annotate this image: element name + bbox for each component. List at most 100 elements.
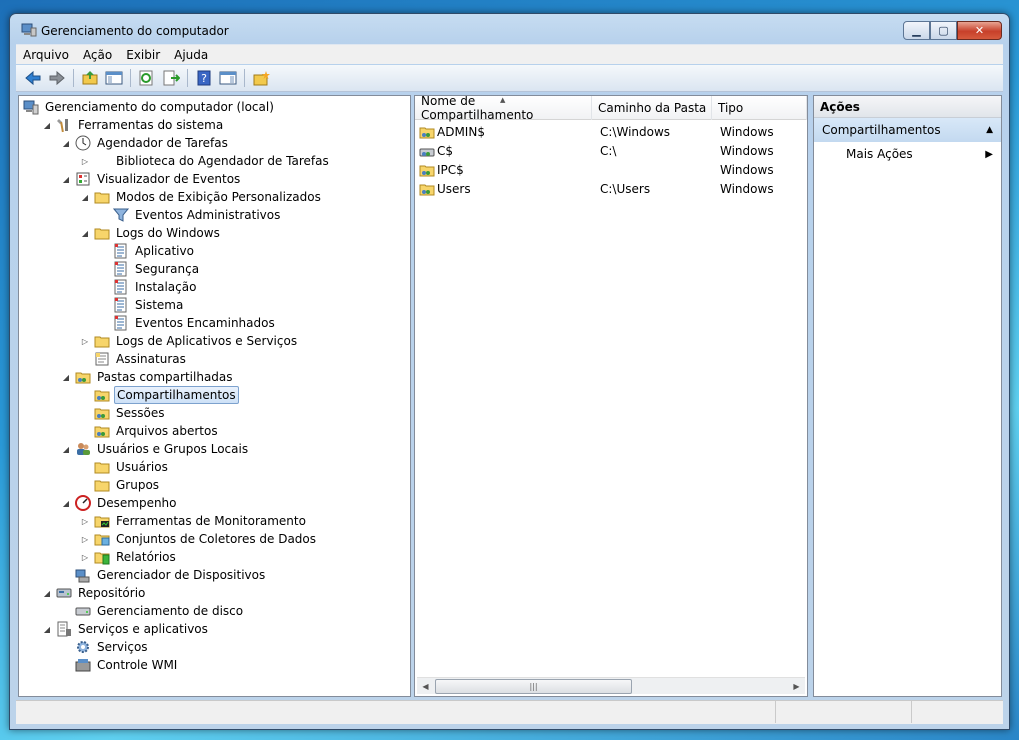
expand-open-icon[interactable]: ◢ [60,497,72,509]
menu-ajuda[interactable]: Ajuda [167,48,215,62]
tree-item[interactable]: Sessões [79,404,166,422]
expand-closed-icon[interactable]: ▷ [79,551,91,563]
table-row[interactable]: C$ C:\ Windows [415,141,807,160]
tree-item[interactable]: ◢ Repositório [41,584,147,602]
tree-item[interactable]: Eventos Administrativos [98,206,282,224]
maximize-button[interactable]: ▢ [930,21,957,40]
expand-open-icon[interactable]: ◢ [60,443,72,455]
expand-open-icon[interactable]: ◢ [41,119,53,131]
share-icon [419,124,435,140]
refresh-button[interactable] [135,67,158,89]
more-actions-item[interactable]: Mais Ações ▶ [814,142,1001,166]
show-hide-action-pane-button[interactable] [216,67,239,89]
column-header-label: Nome de Compartilhamento [421,95,534,122]
expander-placeholder [98,245,110,257]
close-button[interactable]: ✕ [957,21,1002,40]
tree-item[interactable]: Sistema [98,296,185,314]
computer-management-icon [21,23,37,37]
scroll-thumb[interactable]: ||| [435,679,632,694]
expand-open-icon[interactable]: ◢ [60,173,72,185]
expand-closed-icon[interactable]: ▷ [79,533,91,545]
tree-item[interactable]: ◢ Ferramentas do sistema [41,116,225,134]
minimize-button[interactable]: ▁ [903,21,930,40]
export-list-button[interactable] [159,67,182,89]
tree-item[interactable]: ◢ Desempenho [60,494,179,512]
expand-open-icon[interactable]: ◢ [41,587,53,599]
content-area: Gerenciamento do computador (local) ◢ Ferr… [16,93,1003,699]
tree-item[interactable]: ◢ Pastas compartilhadas [60,368,235,386]
table-row[interactable]: IPC$ Windows [415,160,807,179]
expand-open-icon[interactable]: ◢ [79,191,91,203]
services-apps-icon [56,621,72,637]
expand-closed-icon[interactable]: ▷ [79,155,91,167]
tree-item[interactable]: Controle WMI [60,656,179,674]
expand-open-icon[interactable]: ◢ [79,227,91,239]
expander-placeholder [60,641,72,653]
back-button[interactable] [21,67,44,89]
tree-item[interactable]: ◢ Modos de Exibição Personalizados [79,188,323,206]
tree-item[interactable]: ▷ Ferramentas de Monitoramento [79,512,308,530]
actions-section-compartilhamentos[interactable]: Compartilhamentos ▲ [814,118,1001,142]
expand-open-icon[interactable]: ◢ [60,371,72,383]
tree-item[interactable]: ◢ Serviços e aplicativos [41,620,210,638]
scroll-left-icon[interactable]: ◀ [417,678,434,695]
table-row[interactable]: Users C:\Users Windows [415,179,807,198]
scroll-right-icon[interactable]: ▶ [788,678,805,695]
tree-item[interactable]: ▷ Logs de Aplicativos e Serviços [79,332,299,350]
tree-item[interactable]: Gerenciador de Dispositivos [60,566,267,584]
tree-item[interactable]: ◢ Usuários e Grupos Locais [60,440,250,458]
tree-item-label: Serviços [97,640,148,654]
up-folder-button[interactable] [78,67,101,89]
tree-item[interactable]: Instalação [98,278,198,296]
cell-folder-path: C:\Users [600,181,651,196]
expand-closed-icon[interactable]: ▷ [79,335,91,347]
show-hide-tree-button[interactable] [102,67,125,89]
tree-item[interactable]: Assinaturas [79,350,188,368]
column-header-folder-path[interactable]: Caminho da Pasta [592,96,712,120]
tree-item[interactable]: Gerenciamento de disco [60,602,245,620]
table-row[interactable]: ADMIN$ C:\Windows Windows [415,122,807,141]
tree-item[interactable]: Gerenciamento do computador (local) [23,98,276,116]
tree-item-label: Gerenciamento do computador (local) [45,100,274,114]
help-button[interactable]: ? [192,67,215,89]
cell-share-name: ADMIN$ [415,124,592,140]
tree-item[interactable]: Arquivos abertos [79,422,220,440]
tree-item[interactable]: ◢ Logs do Windows [79,224,222,242]
event-viewer-icon [75,171,91,187]
column-header-type[interactable]: Tipo [712,96,807,120]
expand-closed-icon[interactable]: ▷ [79,515,91,527]
computer-management-icon [23,99,39,115]
forward-button[interactable] [45,67,68,89]
column-header-share-name[interactable]: ▲ Nome de Compartilhamento [415,95,592,122]
tree-item[interactable]: ◢ Agendador de Tarefas [60,134,230,152]
tree-item-label: Grupos [116,478,160,492]
tree-item[interactable]: ▷ Relatórios [79,548,178,566]
share-name-text: ADMIN$ [437,124,485,139]
tree-item[interactable]: ▷ Conjuntos de Coletores de Dados [79,530,318,548]
menu-exibir[interactable]: Exibir [119,48,167,62]
tree-item[interactable]: Aplicativo [98,242,196,260]
tree-item[interactable]: ▷ Biblioteca do Agendador de Tarefas [79,152,331,170]
tree-item[interactable]: Eventos Encaminhados [98,314,277,332]
log-icon [113,243,129,259]
tree-item-label: Ferramentas do sistema [78,118,224,132]
title-bar[interactable]: Gerenciamento do computador ▁ ▢ ✕ [10,14,1009,44]
subscriptions-icon [94,351,110,367]
tree-item-label: Serviços e aplicativos [78,622,208,636]
storage-icon [56,585,72,601]
tree-item[interactable]: ◢ Visualizador de Eventos [60,170,242,188]
tree-item[interactable]: Compartilhamentos [79,386,239,404]
menu-arquivo[interactable]: Arquivo [16,48,76,62]
menu-acao[interactable]: Ação [76,48,119,62]
tree-item[interactable]: Serviços [60,638,150,656]
tree-item[interactable]: Segurança [98,260,201,278]
column-header-label: Tipo [718,101,744,115]
tree-item-label: Instalação [135,280,197,294]
expand-open-icon[interactable]: ◢ [60,137,72,149]
tree-item[interactable]: Grupos [79,476,161,494]
expand-open-icon[interactable]: ◢ [41,623,53,635]
new-share-button[interactable] [249,67,272,89]
tree-item-label: Gerenciador de Dispositivos [97,568,266,582]
horizontal-scrollbar[interactable]: ◀ ||| ▶ [417,677,805,694]
tree-item[interactable]: Usuários [79,458,170,476]
